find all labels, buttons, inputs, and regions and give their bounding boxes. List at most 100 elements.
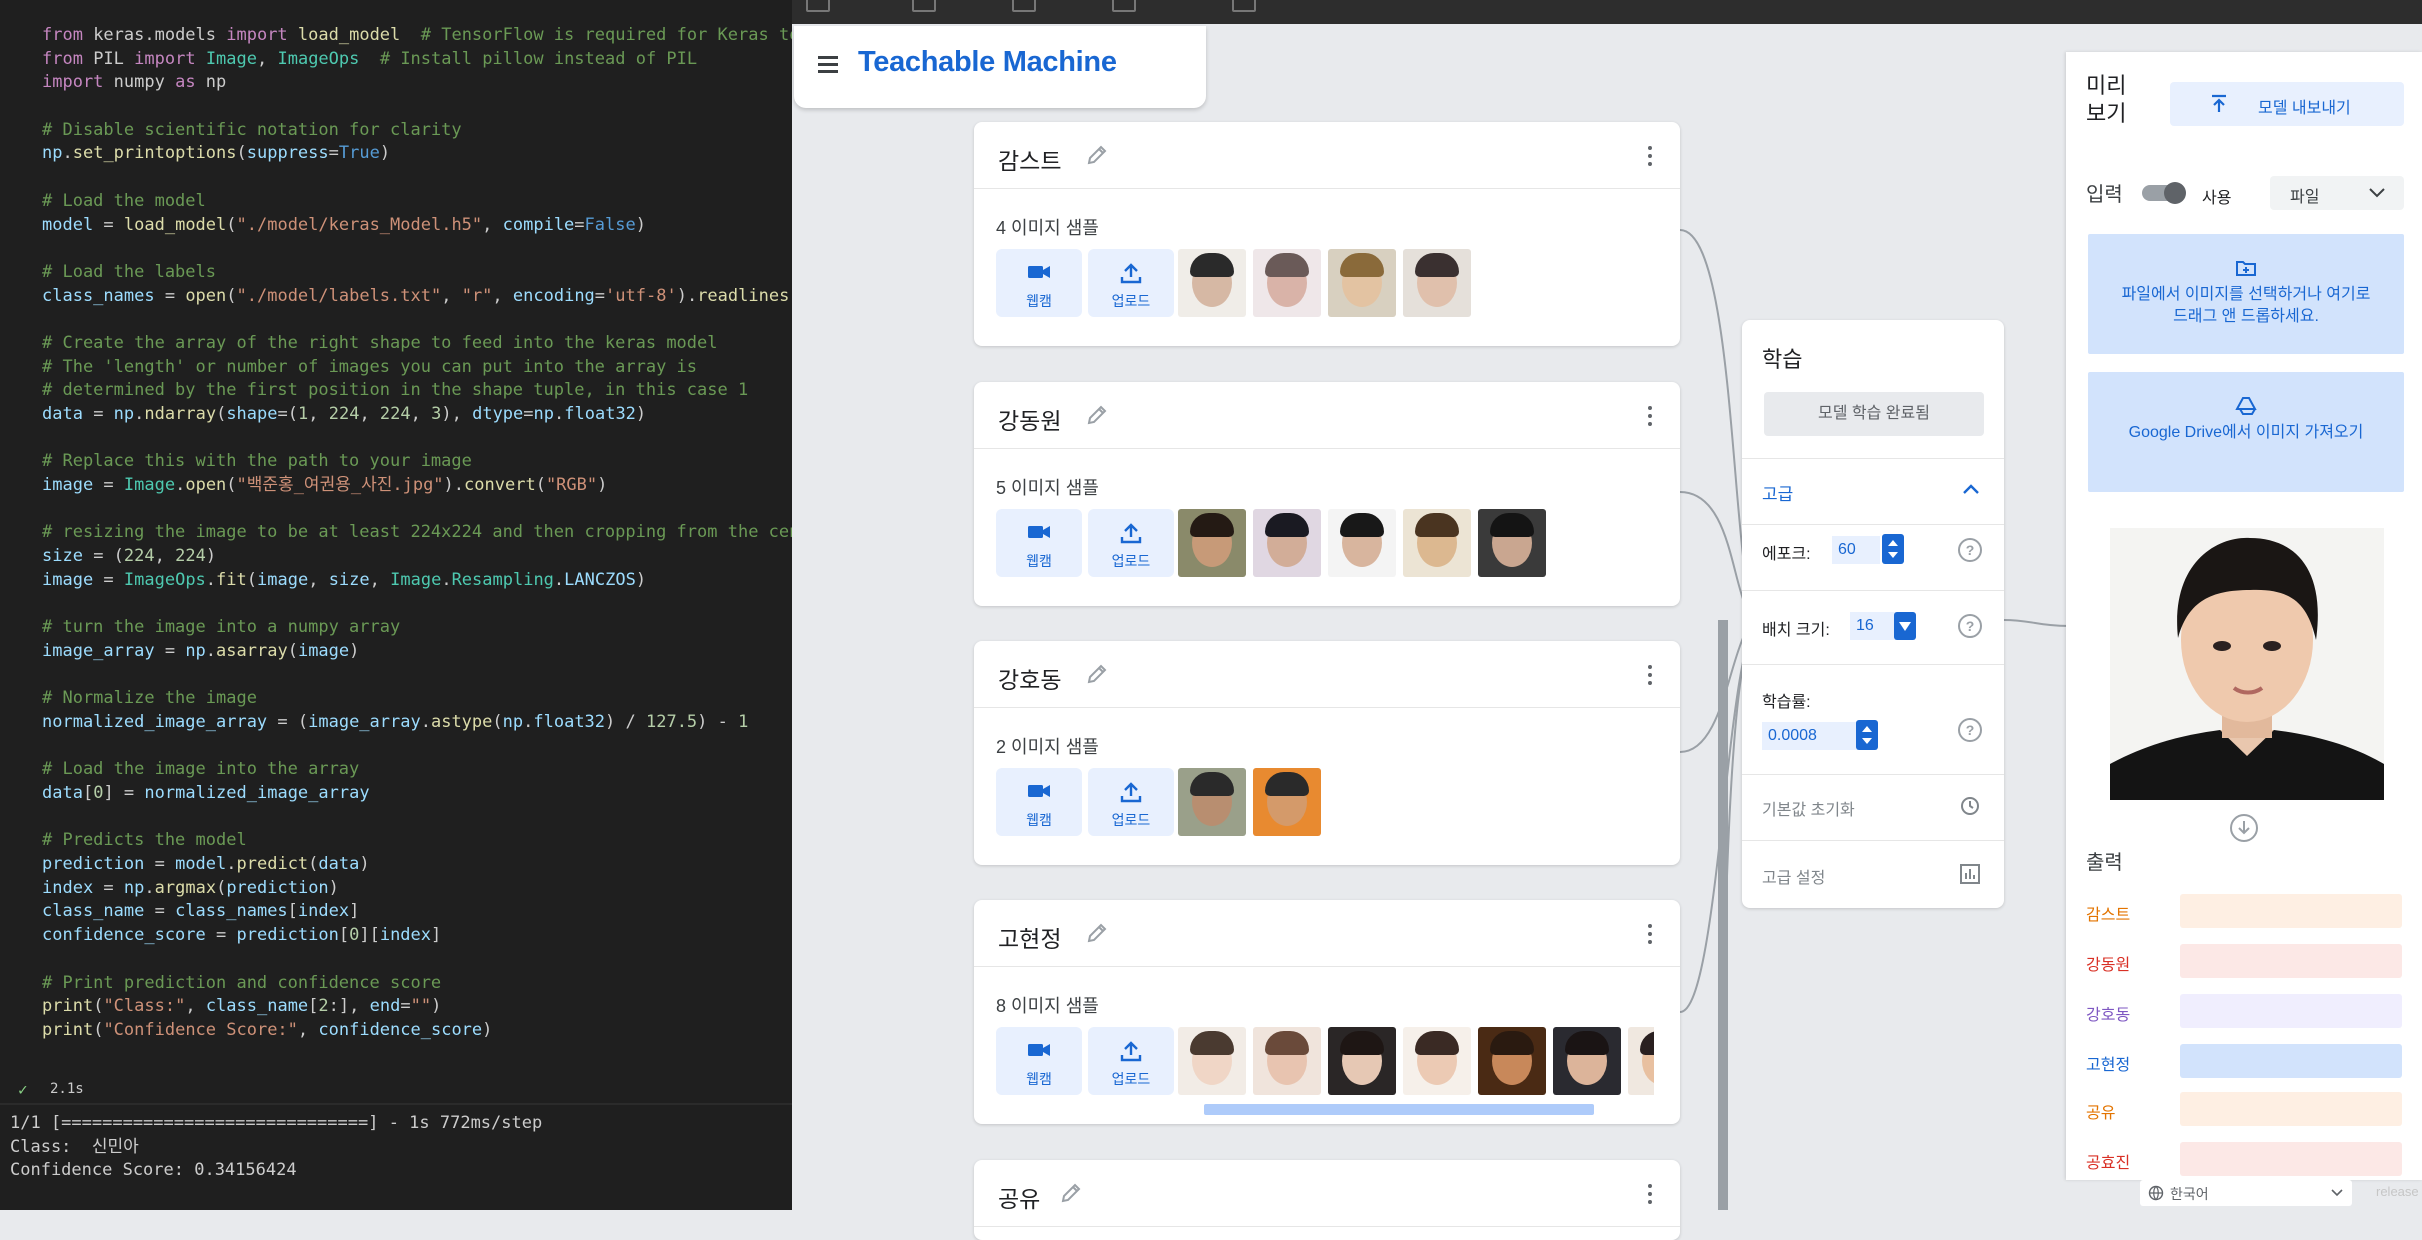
code-line[interactable]: # Replace this with the path to your ima…: [42, 450, 792, 474]
code-line[interactable]: from keras.models import load_model # Te…: [42, 24, 792, 48]
sample-thumbnail[interactable]: [1178, 1027, 1246, 1095]
webcam-button[interactable]: 웹캠: [996, 1027, 1082, 1095]
code-line[interactable]: import numpy as np: [42, 71, 792, 95]
code-line[interactable]: [42, 308, 792, 332]
edit-pencil-icon[interactable]: [1058, 1180, 1084, 1206]
chevron-up-icon[interactable]: [1960, 478, 1982, 500]
code-line[interactable]: [42, 498, 792, 522]
sample-thumbnail[interactable]: [1403, 249, 1471, 317]
code-line[interactable]: size = (224, 224): [42, 545, 792, 569]
sample-thumbnail[interactable]: [1403, 1027, 1471, 1095]
file-drop-zone[interactable]: 파일에서 이미지를 선택하거나 여기로 드래그 앤 드롭하세요.: [2088, 234, 2404, 354]
code-line[interactable]: data = np.ndarray(shape=(1, 224, 224, 3)…: [42, 403, 792, 427]
code-line[interactable]: normalized_image_array = (image_array.as…: [42, 711, 792, 735]
code-line[interactable]: # turn the image into a numpy array: [42, 616, 792, 640]
google-drive-button[interactable]: Google Drive에서 이미지 가져오기: [2088, 372, 2404, 492]
reset-defaults-button[interactable]: 기본값 초기화: [1762, 796, 1855, 820]
edit-pencil-icon[interactable]: [1084, 920, 1110, 946]
sample-thumbnail[interactable]: [1178, 768, 1246, 836]
toolbar-icon[interactable]: [1232, 0, 1256, 12]
class-name[interactable]: 감스트: [998, 142, 1061, 176]
toolbar-icon[interactable]: [806, 0, 830, 12]
toolbar-icon[interactable]: [1112, 0, 1136, 12]
learning-rate-input[interactable]: 0.0008: [1762, 722, 1858, 750]
code-cell[interactable]: from keras.models import load_model # Te…: [42, 24, 792, 1043]
code-line[interactable]: # Print prediction and confidence score: [42, 972, 792, 996]
code-line[interactable]: index = np.argmax(prediction): [42, 877, 792, 901]
edit-pencil-icon[interactable]: [1084, 402, 1110, 428]
code-line[interactable]: class_name = class_names[index]: [42, 900, 792, 924]
epochs-help-icon[interactable]: ?: [1958, 538, 1982, 562]
input-source-select[interactable]: 파일: [2270, 176, 2404, 210]
code-line[interactable]: prediction = model.predict(data): [42, 853, 792, 877]
more-options-icon[interactable]: [1646, 924, 1654, 944]
code-line[interactable]: class_names = open("./model/labels.txt",…: [42, 285, 792, 309]
code-line[interactable]: [42, 237, 792, 261]
sample-thumbnail[interactable]: [1628, 1027, 1654, 1095]
sample-thumbnail[interactable]: [1328, 1027, 1396, 1095]
code-line[interactable]: data[0] = normalized_image_array: [42, 782, 792, 806]
batch-size-help-icon[interactable]: ?: [1958, 614, 1982, 638]
upload-button[interactable]: 업로드: [1088, 768, 1174, 836]
webcam-button[interactable]: 웹캠: [996, 768, 1082, 836]
export-model-button[interactable]: 모델 내보내기: [2170, 82, 2404, 126]
code-line[interactable]: [42, 427, 792, 451]
bar-chart-icon[interactable]: [1958, 862, 1982, 886]
code-line[interactable]: [42, 806, 792, 830]
sample-thumbnail[interactable]: [1478, 509, 1546, 577]
train-model-button[interactable]: 모델 학습 완료됨: [1764, 392, 1984, 436]
code-line[interactable]: # Create the array of the right shape to…: [42, 332, 792, 356]
code-line[interactable]: # Disable scientific notation for clarit…: [42, 119, 792, 143]
sample-thumbnail[interactable]: [1253, 509, 1321, 577]
code-line[interactable]: print("Class:", class_name[2:], end=""): [42, 995, 792, 1019]
history-icon[interactable]: [1958, 794, 1982, 818]
advanced-toggle[interactable]: 고급: [1762, 480, 1793, 505]
code-line[interactable]: confidence_score = prediction[0][index]: [42, 924, 792, 948]
class-name[interactable]: 고현정: [998, 920, 1061, 954]
code-line[interactable]: model = load_model("./model/keras_Model.…: [42, 214, 792, 238]
sample-thumbnail[interactable]: [1178, 509, 1246, 577]
upload-button[interactable]: 업로드: [1088, 249, 1174, 317]
code-line[interactable]: # Load the image into the array: [42, 758, 792, 782]
code-line[interactable]: np.set_printoptions(suppress=True): [42, 142, 792, 166]
input-toggle[interactable]: [2142, 182, 2186, 204]
upload-button[interactable]: 업로드: [1088, 1027, 1174, 1095]
edit-pencil-icon[interactable]: [1084, 142, 1110, 168]
code-line[interactable]: # Normalize the image: [42, 687, 792, 711]
class-name[interactable]: 공유: [998, 1180, 1040, 1214]
language-select[interactable]: 한국어: [2140, 1180, 2352, 1206]
code-line[interactable]: image_array = np.asarray(image): [42, 640, 792, 664]
code-line[interactable]: from PIL import Image, ImageOps # Instal…: [42, 48, 792, 72]
code-line[interactable]: [42, 593, 792, 617]
sample-thumbnail[interactable]: [1253, 249, 1321, 317]
code-editor[interactable]: from keras.models import load_model # Te…: [0, 0, 792, 1210]
hamburger-menu-icon[interactable]: [816, 52, 840, 76]
toolbar-icon[interactable]: [912, 0, 936, 12]
code-line[interactable]: # Load the model: [42, 190, 792, 214]
more-options-icon[interactable]: [1646, 1184, 1654, 1204]
learning-rate-help-icon[interactable]: ?: [1958, 718, 1982, 742]
code-line[interactable]: # resizing the image to be at least 224x…: [42, 521, 792, 545]
sample-thumbnail[interactable]: [1328, 249, 1396, 317]
code-line[interactable]: [42, 166, 792, 190]
batch-size-dropdown[interactable]: [1894, 612, 1916, 640]
sample-thumbnail[interactable]: [1253, 768, 1321, 836]
thumbnail-scrollbar[interactable]: [1196, 1103, 1656, 1117]
sample-thumbnail[interactable]: [1328, 509, 1396, 577]
class-name[interactable]: 강동원: [998, 402, 1061, 436]
sample-thumbnail[interactable]: [1253, 1027, 1321, 1095]
advanced-settings-button[interactable]: 고급 설정: [1762, 864, 1825, 888]
code-line[interactable]: image = Image.open("백준홍_여권용_사진.jpg").con…: [42, 474, 792, 498]
code-line[interactable]: [42, 735, 792, 759]
sample-thumbnail[interactable]: [1553, 1027, 1621, 1095]
epochs-input[interactable]: 60: [1832, 536, 1880, 564]
more-options-icon[interactable]: [1646, 406, 1654, 426]
code-line[interactable]: print("Confidence Score:", confidence_sc…: [42, 1019, 792, 1043]
epochs-stepper[interactable]: [1882, 534, 1904, 564]
code-line[interactable]: [42, 95, 792, 119]
code-line[interactable]: # determined by the first position in th…: [42, 379, 792, 403]
upload-button[interactable]: 업로드: [1088, 509, 1174, 577]
webcam-button[interactable]: 웹캠: [996, 249, 1082, 317]
code-line[interactable]: image = ImageOps.fit(image, size, Image.…: [42, 569, 792, 593]
code-line[interactable]: [42, 664, 792, 688]
